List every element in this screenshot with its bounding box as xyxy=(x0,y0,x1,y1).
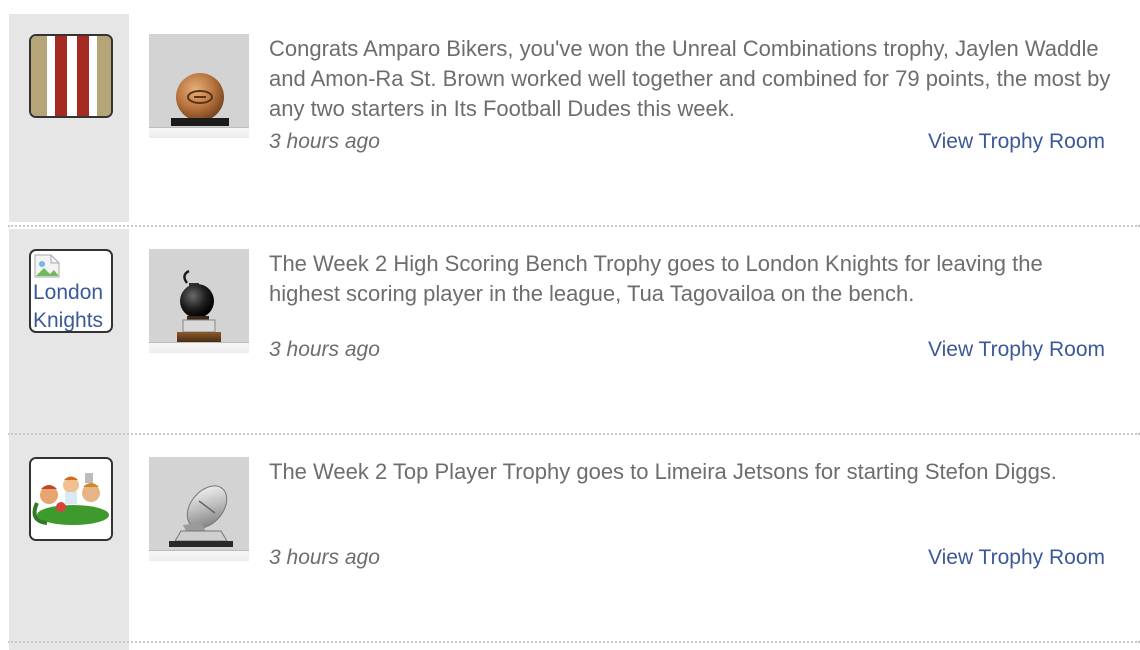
feed-item: Congrats Amparo Bikers, you've won the U… xyxy=(0,14,1140,222)
broken-image-icon xyxy=(34,254,60,278)
team-avatar[interactable] xyxy=(29,34,113,118)
trophy-shelf xyxy=(149,342,249,353)
bomb-trophy-icon xyxy=(177,269,221,342)
timestamp: 3 hours ago xyxy=(269,130,380,153)
view-trophy-room-link[interactable]: View Trophy Room xyxy=(928,338,1105,362)
football-ball-trophy-icon xyxy=(171,73,229,126)
row-divider xyxy=(8,225,1140,227)
row-divider xyxy=(8,641,1140,643)
view-trophy-room-link[interactable]: View Trophy Room xyxy=(928,130,1105,154)
trophy-message: Congrats Amparo Bikers, you've won the U… xyxy=(269,36,1111,121)
feed-item-gutter xyxy=(9,645,129,650)
trophy-shelf xyxy=(149,550,249,561)
cartoon-team-logo xyxy=(31,459,111,539)
silver-football-trophy-icon xyxy=(169,485,233,547)
feed-item: The Week 2 Top Player Trophy goes to Lim… xyxy=(0,437,1140,645)
timestamp: 3 hours ago xyxy=(269,338,380,361)
trophy-image[interactable] xyxy=(149,457,249,561)
trophy-shelf xyxy=(149,127,249,138)
team-avatar[interactable] xyxy=(29,457,113,541)
timestamp: 3 hours ago xyxy=(269,546,380,569)
view-trophy-room-link[interactable]: View Trophy Room xyxy=(928,546,1105,570)
feed-item: London Knights The Week 2 High Scoring B… xyxy=(0,229,1140,437)
trophy-image[interactable] xyxy=(149,34,249,138)
avatar-alt-text: London Knights xyxy=(33,281,104,332)
team-avatar[interactable]: London Knights xyxy=(29,249,113,333)
broken-image-placeholder: London Knights xyxy=(33,253,111,332)
red-white-striped-team-logo xyxy=(31,36,111,116)
trophy-feed: Congrats Amparo Bikers, you've won the U… xyxy=(0,0,1140,650)
trophy-message: The Week 2 Top Player Trophy goes to Lim… xyxy=(269,459,1057,484)
row-divider xyxy=(8,433,1140,435)
trophy-image[interactable] xyxy=(149,249,249,353)
trophy-message: The Week 2 High Scoring Bench Trophy goe… xyxy=(269,251,1043,306)
